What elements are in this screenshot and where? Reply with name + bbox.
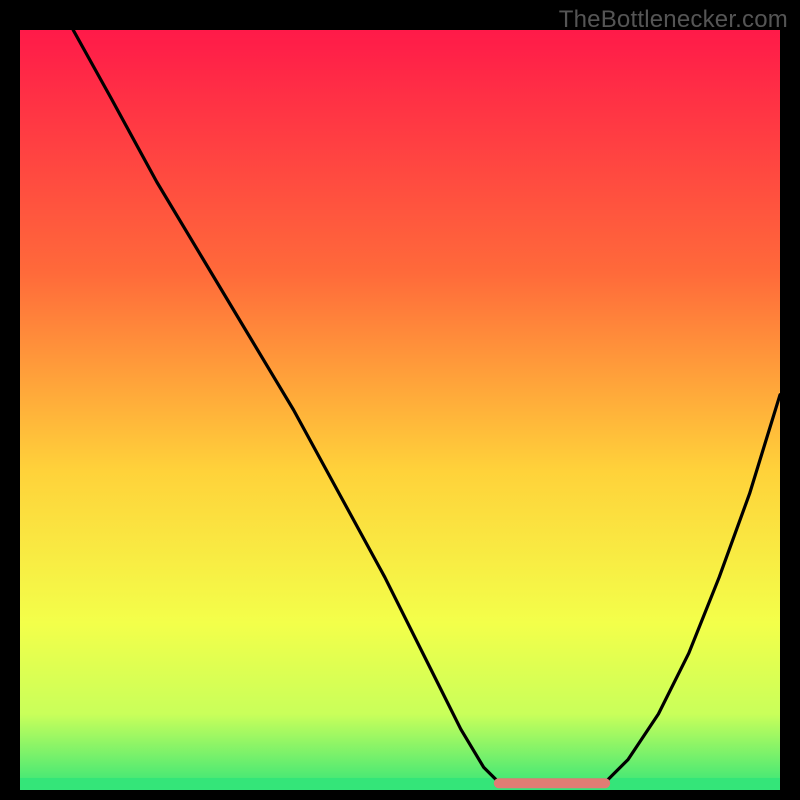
plot-area (20, 30, 780, 790)
floor-strip (20, 778, 780, 790)
chart-frame: TheBottlenecker.com (0, 0, 800, 800)
gradient-background (20, 30, 780, 790)
chart-svg (20, 30, 780, 790)
